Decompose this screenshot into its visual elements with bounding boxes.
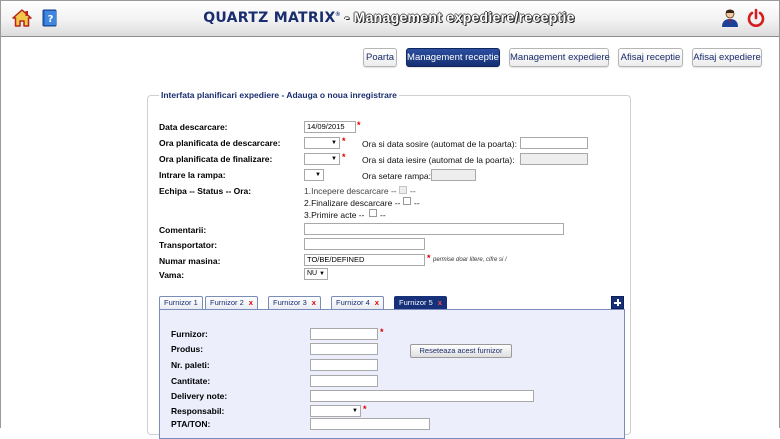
nav-management-receptie-button[interactable]: Management receptie	[406, 48, 500, 67]
delivery-note-label: Delivery note:	[171, 391, 228, 401]
page-subtitle: - Management expediere/receptie	[340, 9, 575, 25]
status-incepere-dash: --	[410, 186, 416, 196]
furnizor-input[interactable]	[310, 328, 378, 340]
delivery-note-input[interactable]	[310, 390, 534, 402]
vama-label: Vama:	[159, 270, 185, 280]
status-primire-acte-dash: --	[380, 210, 386, 220]
chevron-down-icon: ▼	[315, 172, 321, 178]
nr-paleti-label: Nr. paleti:	[171, 360, 210, 370]
numar-masina-input[interactable]: TO/BE/DEFINED	[304, 254, 425, 266]
furnizor-label: Furnizor:	[171, 329, 208, 339]
ora-setare-rampa-input[interactable]	[431, 169, 476, 181]
tab-label: Furnizor 4	[336, 298, 370, 307]
produs-input[interactable]	[310, 343, 378, 355]
nav-afisaj-receptie-button[interactable]: Afisaj receptie	[618, 48, 683, 67]
chevron-down-icon: ▼	[319, 271, 325, 277]
numar-masina-label: Numar masina:	[159, 256, 221, 266]
reset-supplier-button[interactable]: Reseteaza acest furnizor	[410, 344, 512, 358]
nr-paleti-input[interactable]	[310, 359, 378, 371]
form-title: Interfata planificari expediere - Adauga…	[159, 90, 399, 100]
status-incepere-checkbox[interactable]	[399, 186, 407, 194]
required-marker: *	[342, 152, 346, 162]
ora-descarcare-select[interactable]: ▼	[304, 137, 340, 149]
user-icon[interactable]	[721, 8, 739, 33]
echipa-status-label: Echipa -- Status -- Ora:	[159, 186, 252, 196]
cantitate-label: Cantitate:	[171, 376, 211, 386]
ora-sosire-label: Ora si data sosire (automat de la poarta…	[362, 139, 517, 149]
status-incepere-label: 1.Incepere descarcare --	[304, 186, 397, 196]
tab-label: Furnizor 2	[210, 298, 244, 307]
nav-management-expediere-button[interactable]: Management expediere	[509, 48, 610, 67]
vama-select[interactable]: NU ▼	[304, 268, 328, 280]
power-icon[interactable]	[746, 8, 766, 33]
produs-label: Produs:	[171, 344, 204, 354]
ora-planificata-descarcare-label: Ora planificata de descarcare:	[159, 138, 281, 148]
nav-afisaj-expediere-button[interactable]: Afisaj expediere	[692, 48, 762, 67]
responsabil-label: Responsabil:	[171, 406, 225, 416]
ora-sosire-input[interactable]	[520, 137, 588, 149]
ora-iesire-input[interactable]	[520, 153, 588, 165]
status-finalizare-dash: --	[414, 198, 420, 208]
chevron-down-icon: ▼	[331, 156, 337, 162]
tab-furnizor-4[interactable]: Furnizor 4 x	[331, 296, 384, 309]
vama-value: NU	[307, 270, 318, 277]
ora-setare-rampa-label: Ora setare rampa:	[362, 171, 431, 181]
page-title: QUARTZ MATRIX® - Management expediere/re…	[0, 9, 778, 26]
ora-planificata-finalizare-label: Ora planificata de finalizare:	[159, 154, 273, 164]
pta-ton-input[interactable]	[310, 418, 430, 430]
tab-label: Furnizor 3	[273, 298, 307, 307]
required-marker: *	[342, 136, 346, 146]
transportator-label: Transportator:	[159, 240, 218, 250]
tab-label: Furnizor 1	[164, 298, 198, 307]
tab-furnizor-1[interactable]: Furnizor 1	[159, 296, 203, 309]
status-finalizare-label: 2.Finalizare descarcare --	[304, 198, 401, 208]
add-tab-plus-icon[interactable]	[611, 296, 624, 309]
required-marker: *	[427, 253, 431, 263]
required-marker: *	[357, 120, 361, 130]
cantitate-input[interactable]	[310, 375, 378, 387]
nav-poarta-button[interactable]: Poarta	[363, 48, 397, 67]
ora-iesire-label: Ora si data iesire (automat de la poarta…	[362, 155, 515, 165]
tab-label: Furnizor 5	[399, 298, 433, 307]
chevron-down-icon: ▼	[352, 408, 358, 414]
data-descarcare-input[interactable]: 14/09/2015	[304, 121, 356, 133]
status-primire-acte-checkbox[interactable]	[369, 209, 377, 217]
responsabil-select[interactable]: ▼	[310, 405, 361, 417]
tab-furnizor-5[interactable]: Furnizor 5 x	[394, 296, 447, 309]
data-descarcare-label: Data descarcare:	[159, 122, 228, 132]
close-icon[interactable]: x	[312, 298, 316, 307]
close-icon[interactable]: x	[249, 298, 253, 307]
close-icon[interactable]: x	[438, 298, 442, 307]
ora-finalizare-select[interactable]: ▼	[304, 153, 340, 165]
comentarii-input[interactable]	[304, 223, 564, 235]
required-marker: *	[363, 404, 367, 414]
status-primire-acte-label: 3.Primire acte --	[304, 210, 365, 220]
brand-name: QUARTZ MATRIX	[203, 10, 336, 26]
close-icon[interactable]: x	[375, 298, 379, 307]
required-marker: *	[380, 327, 384, 337]
transportator-input[interactable]	[304, 238, 425, 250]
tab-furnizor-2[interactable]: Furnizor 2 x	[205, 296, 258, 309]
status-finalizare-checkbox[interactable]	[403, 197, 411, 205]
chevron-down-icon: ▼	[331, 140, 337, 146]
tab-furnizor-3[interactable]: Furnizor 3 x	[268, 296, 321, 309]
numar-masina-hint: permise doar litere, cifre si /	[433, 257, 507, 263]
comentarii-label: Comentarii:	[159, 225, 207, 235]
intrare-rampa-select[interactable]: ▼	[304, 169, 324, 181]
intrare-rampa-label: Intrare la rampa:	[159, 170, 226, 180]
